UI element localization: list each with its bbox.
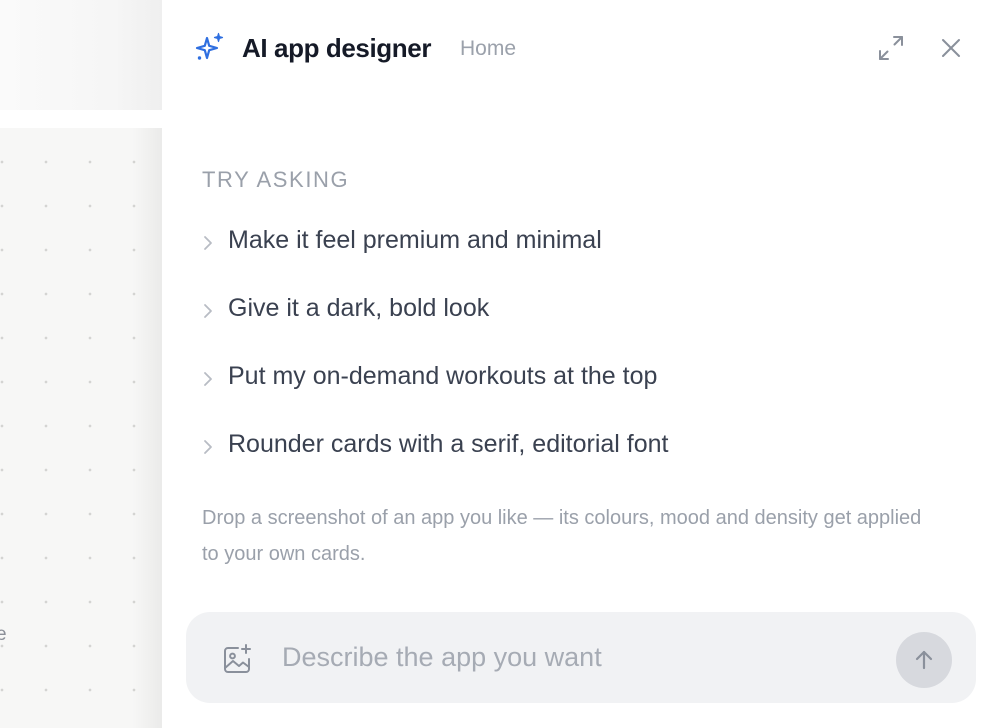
suggestion-label: Give it a dark, bold look — [228, 294, 490, 322]
attach-image-button[interactable] — [220, 642, 254, 676]
image-add-icon — [224, 644, 251, 673]
prompt-input[interactable] — [282, 634, 862, 680]
suggestion-item-rounder-serif[interactable]: Rounder cards with a serif, editorial fo… — [202, 426, 962, 494]
panel-header: AI app designer Home — [162, 0, 1000, 100]
background-toolbar — [0, 0, 162, 110]
arrow-up-icon — [915, 650, 933, 670]
panel-title: AI app designer — [242, 33, 432, 63]
breadcrumb[interactable]: Home — [460, 37, 516, 61]
suggestions-heading: TRY ASKING — [202, 167, 350, 192]
screenshot-hint: Drop a screenshot of an app you like — i… — [202, 507, 922, 565]
expand-icon — [879, 36, 903, 60]
send-button[interactable] — [896, 632, 952, 688]
suggestion-item-dark-bold[interactable]: Give it a dark, bold look — [202, 290, 962, 358]
suggestion-item-workouts-top[interactable]: Put my on-demand workouts at the top — [202, 358, 962, 426]
suggestion-item-premium-minimal[interactable]: Make it feel premium and minimal — [202, 222, 962, 290]
suggestion-label: Rounder cards with a serif, editorial fo… — [228, 430, 669, 458]
prompt-composer — [186, 612, 976, 703]
close-button[interactable] — [938, 35, 964, 61]
suggestion-label: Make it feel premium and minimal — [228, 226, 602, 254]
chevron-right-icon — [204, 304, 212, 318]
suggestion-label: Put my on-demand workouts at the top — [228, 362, 658, 390]
app-stage: e AI app designer Home TRY ASKING Make i… — [0, 0, 1000, 728]
expand-button[interactable] — [876, 33, 906, 63]
sparkle-icon — [195, 32, 224, 60]
background-text-fragment: e — [0, 624, 7, 645]
chevron-right-icon — [204, 372, 212, 386]
chevron-right-icon — [204, 236, 212, 250]
close-icon — [942, 39, 960, 57]
chevron-right-icon — [204, 440, 212, 454]
ai-designer-panel: AI app designer Home TRY ASKING Make it … — [162, 0, 1000, 728]
suggestion-list: Make it feel premium and minimal Give it… — [202, 222, 962, 494]
background-canvas — [0, 128, 162, 728]
